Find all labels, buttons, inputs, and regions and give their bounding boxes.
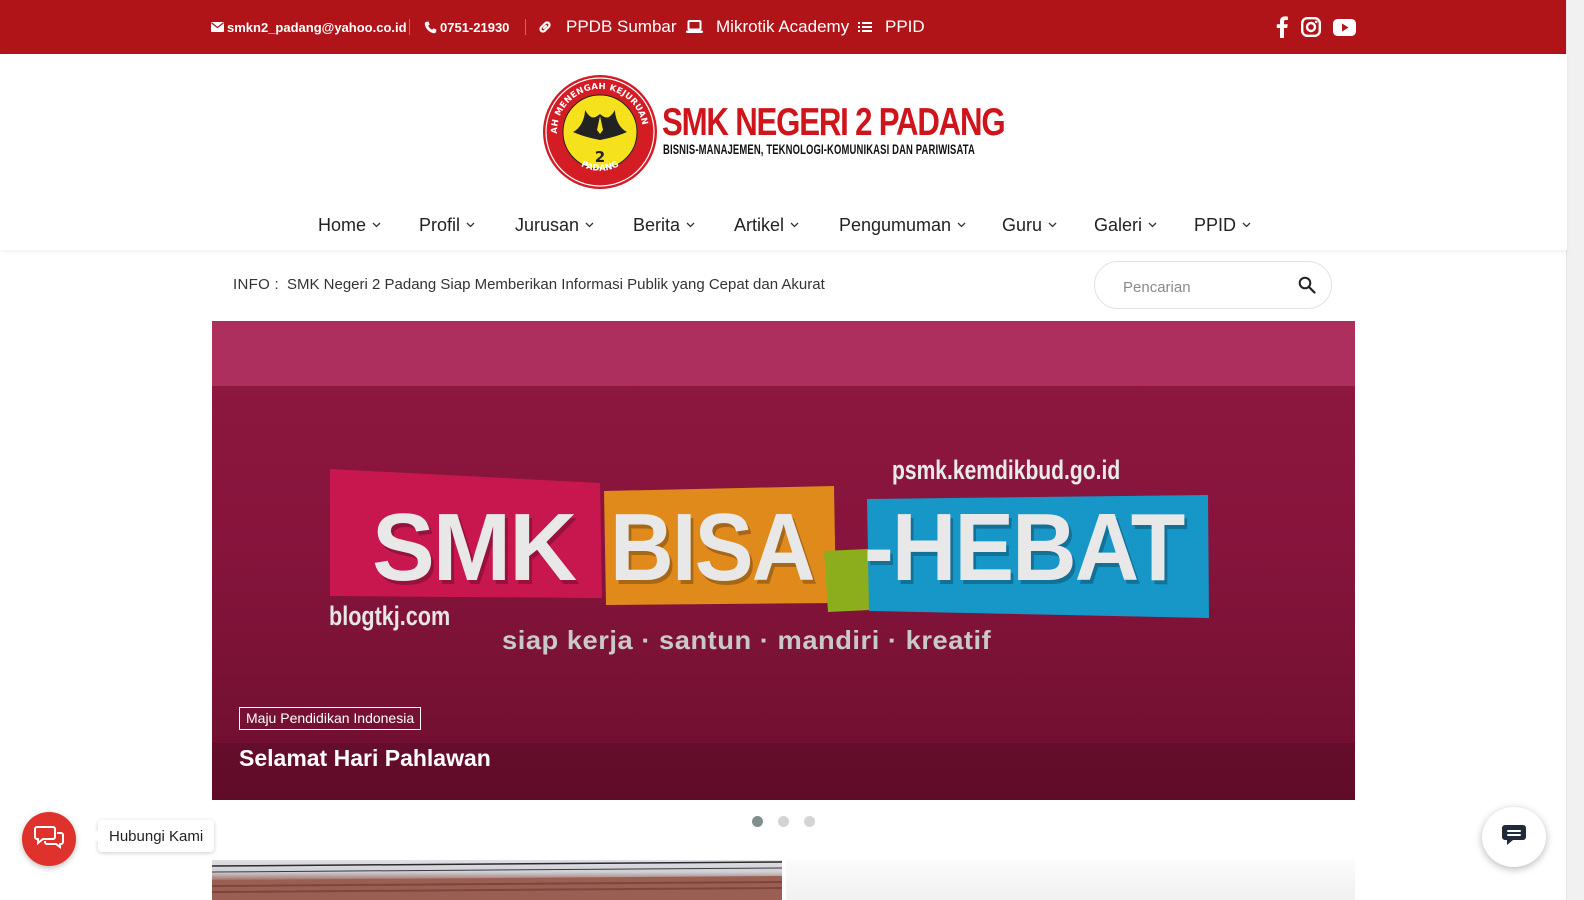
nav-guru[interactable]: Guru bbox=[1002, 208, 1057, 242]
ppdb-sumbar-link[interactable]: PPDB Sumbar bbox=[538, 0, 677, 54]
banner-source-text: blogtkj.com bbox=[329, 601, 451, 631]
slider-dot-1[interactable] bbox=[752, 816, 763, 827]
search-box bbox=[1094, 261, 1332, 309]
school-tagline: BISNIS-MANAJEMEN, TEKNOLOGI-KOMUNIKASI D… bbox=[663, 142, 975, 157]
nav-label: Galeri bbox=[1094, 214, 1143, 235]
mikrotik-academy-label: Mikrotik Academy bbox=[716, 17, 850, 36]
mikrotik-academy-link[interactable]: Mikrotik Academy bbox=[686, 0, 849, 54]
nav-label: Pengumuman bbox=[839, 214, 952, 235]
chevron-down-icon bbox=[466, 222, 475, 228]
news-card-image[interactable] bbox=[212, 860, 782, 900]
phone-link[interactable]: 0751-21930 bbox=[424, 0, 509, 54]
chevron-down-icon bbox=[585, 222, 594, 228]
phone-text: 0751-21930 bbox=[440, 19, 510, 35]
nav-berita[interactable]: Berita bbox=[633, 208, 695, 242]
school-emblem-logo[interactable]: 2 SEKOLAH MENENGAH KEJURUAN NEGERI PADAN… bbox=[537, 67, 659, 195]
chevron-down-icon bbox=[1242, 222, 1251, 228]
live-chat-button[interactable] bbox=[1482, 807, 1546, 867]
email-link[interactable]: smkn2_padang@yahoo.co.id bbox=[211, 0, 407, 54]
divider bbox=[525, 19, 526, 35]
nav-artikel[interactable]: Artikel bbox=[734, 208, 799, 242]
chat-bubbles-icon bbox=[34, 825, 64, 854]
slider-dot-2[interactable] bbox=[778, 816, 789, 827]
nav-label: Berita bbox=[633, 214, 681, 235]
phone-icon bbox=[424, 21, 437, 34]
page-scrollbar[interactable] bbox=[1566, 0, 1584, 900]
nav-ppid[interactable]: PPID bbox=[1194, 208, 1251, 242]
nav-home[interactable]: Home bbox=[318, 208, 381, 242]
chevron-down-icon bbox=[686, 222, 695, 228]
list-icon bbox=[858, 21, 872, 33]
info-text[interactable]: SMK Negeri 2 Padang Siap Memberikan Info… bbox=[287, 276, 825, 293]
hero-slider[interactable]: psmk.kemdikbud.go.id SMK BISA -HEBAT blo… bbox=[212, 321, 1355, 800]
nav-label: PPID bbox=[1194, 214, 1237, 235]
banner-tagline: siap kerja · santun · mandiri · kreatif bbox=[502, 625, 992, 655]
roof-photo-thumbnail bbox=[212, 861, 782, 900]
divider bbox=[409, 19, 410, 35]
youtube-icon[interactable] bbox=[1332, 14, 1356, 40]
message-icon bbox=[1501, 824, 1527, 851]
laptop-icon bbox=[686, 20, 703, 34]
chevron-down-icon bbox=[372, 222, 381, 228]
nav-jurusan[interactable]: Jurusan bbox=[515, 208, 594, 242]
slide-title[interactable]: Selamat Hari Pahlawan bbox=[239, 745, 491, 772]
site-header: 2 SEKOLAH MENENGAH KEJURUAN NEGERI PADAN… bbox=[0, 54, 1567, 250]
link-icon bbox=[538, 20, 552, 34]
nav-pengumuman[interactable]: Pengumuman bbox=[839, 208, 966, 242]
nav-label: Guru bbox=[1002, 214, 1043, 235]
ppid-top-label: PPID bbox=[885, 17, 925, 36]
ppid-top-link[interactable]: PPID bbox=[858, 0, 925, 54]
search-icon[interactable] bbox=[1298, 276, 1316, 299]
chevron-down-icon bbox=[790, 222, 799, 228]
nav-label: Artikel bbox=[734, 214, 785, 235]
chevron-down-icon bbox=[1048, 222, 1057, 228]
news-card-right[interactable] bbox=[786, 860, 1355, 900]
nav-galeri[interactable]: Galeri bbox=[1094, 208, 1157, 242]
banner-word-smk: SMK bbox=[372, 494, 577, 601]
ppdb-sumbar-label: PPDB Sumbar bbox=[566, 17, 677, 36]
contact-tooltip[interactable]: Hubungi Kami bbox=[91, 820, 215, 852]
facebook-icon[interactable] bbox=[1274, 14, 1290, 40]
chevron-down-icon bbox=[1148, 222, 1157, 228]
email-text: smkn2_padang@yahoo.co.id bbox=[227, 19, 407, 35]
instagram-icon[interactable] bbox=[1300, 14, 1322, 40]
svg-text:2: 2 bbox=[595, 148, 605, 166]
nav-label: Jurusan bbox=[515, 214, 580, 235]
info-label: INFO : bbox=[233, 276, 279, 293]
contact-chat-button[interactable] bbox=[22, 812, 76, 866]
slide-category-badge[interactable]: Maju Pendidikan Indonesia bbox=[239, 707, 422, 730]
envelope-icon bbox=[211, 22, 224, 32]
main-navigation: Home Profil Jurusan Berita Artikel Pengu… bbox=[0, 208, 1567, 242]
banner-url-text: psmk.kemdikbud.go.id bbox=[892, 455, 1121, 485]
nav-label: Profil bbox=[419, 214, 461, 235]
slider-dot-3[interactable] bbox=[804, 816, 815, 827]
search-input[interactable] bbox=[1121, 274, 1285, 300]
nav-profil[interactable]: Profil bbox=[419, 208, 475, 242]
nav-label: Home bbox=[318, 214, 367, 235]
info-ticker: INFO : SMK Negeri 2 Padang Siap Memberika… bbox=[233, 276, 825, 293]
school-name[interactable]: SMK NEGERI 2 PADANG bbox=[662, 100, 1006, 146]
top-bar: smkn2_padang@yahoo.co.id 0751-21930 PPDB… bbox=[0, 0, 1567, 54]
banner-word-hebat: -HEBAT bbox=[864, 494, 1185, 601]
banner-word-bisa: BISA bbox=[610, 494, 815, 601]
chevron-down-icon bbox=[957, 222, 966, 228]
